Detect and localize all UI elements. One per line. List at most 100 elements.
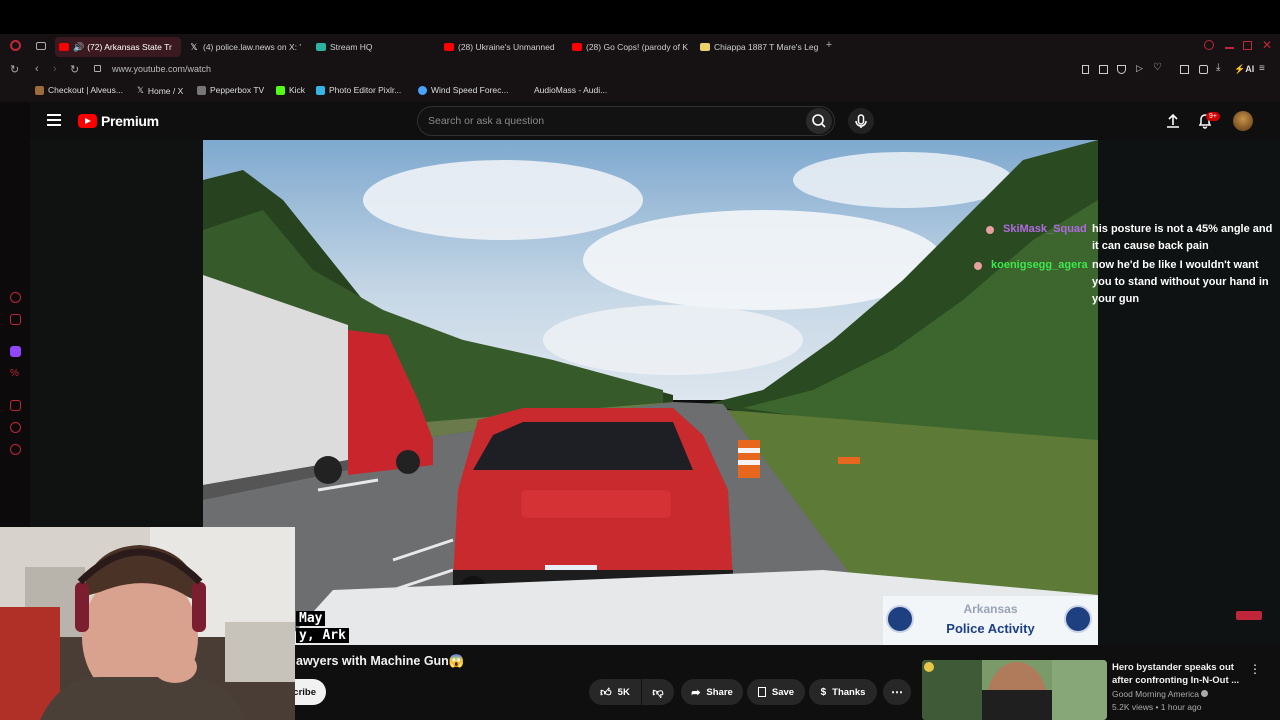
recommendation-meta: 5.2K views • 1 hour ago: [1112, 702, 1202, 712]
chat-message: now he'd be like I wouldn't want you to …: [1092, 259, 1269, 305]
share-button[interactable]: ➦ Share: [681, 679, 743, 705]
bookmark-wind-speed[interactable]: Wind Speed Forec...: [418, 85, 508, 95]
maximize-button[interactable]: [1243, 41, 1252, 50]
thanks-icon: $: [820, 686, 827, 698]
youtube-logo[interactable]: Premium: [78, 113, 159, 129]
dashcam-scene: [203, 140, 1098, 645]
wallet-icon[interactable]: [1199, 65, 1208, 74]
pinboard-icon[interactable]: [10, 400, 21, 411]
pixlr-icon: [316, 85, 325, 95]
chat-message: his posture is not a 45% angle and it ca…: [1092, 223, 1273, 252]
snapshot-icon[interactable]: [1099, 65, 1108, 74]
recommendation-channel[interactable]: Good Morning America: [1112, 689, 1209, 699]
url-field[interactable]: www.youtube.com/watch: [112, 64, 211, 74]
search-tabs-icon[interactable]: [1204, 40, 1214, 50]
badge-dot-icon: [924, 662, 934, 672]
webcam-overlay: [0, 527, 295, 720]
channel-name: Good Morning America: [1112, 689, 1199, 699]
player-icon[interactable]: ▷: [1136, 63, 1143, 74]
bookmark-label: Home / X: [147, 85, 184, 96]
forward-icon[interactable]: ›: [53, 63, 57, 75]
upload-icon[interactable]: [1166, 113, 1180, 129]
save-label: Save: [771, 686, 795, 698]
recommendation-title[interactable]: Hero bystander speaks out after confront…: [1112, 661, 1242, 687]
aria-sidebar-icon[interactable]: [10, 292, 21, 303]
notification-badge: 9+: [1206, 112, 1220, 121]
save-button[interactable]: Save: [747, 679, 805, 705]
webcam-image: [0, 527, 295, 720]
logo-text: Premium: [101, 113, 159, 129]
dislike-button[interactable]: 👎︎: [642, 679, 674, 705]
percent-icon[interactable]: %: [10, 368, 21, 379]
reload-icon[interactable]: ↻: [10, 63, 19, 76]
download-icon[interactable]: ⤓: [1216, 62, 1220, 73]
police-activity-watermark: Arkansas Police Activity: [883, 596, 1098, 645]
ai-button[interactable]: ⚡AI: [1234, 64, 1254, 75]
bookmark-label: Kick: [289, 85, 306, 95]
tab-label: (4) police.law.news on X: ': [203, 42, 302, 52]
avatar[interactable]: [1233, 111, 1253, 131]
tab-label: Stream HQ: [330, 42, 373, 52]
more-actions-button[interactable]: ⋯: [883, 679, 911, 705]
new-tab-button[interactable]: +: [823, 39, 835, 51]
chiappa-icon: [700, 43, 710, 51]
back-icon[interactable]: ‹: [35, 63, 39, 75]
alveus-icon: [35, 85, 44, 95]
bookmark-kick[interactable]: Kick: [276, 85, 305, 95]
bookmark-home-x[interactable]: 𝕏 Home / X: [137, 85, 183, 96]
police-badge-title: Arkansas: [963, 602, 1018, 616]
youtube-play-icon: [78, 114, 97, 128]
search-button[interactable]: [806, 108, 832, 134]
microphone-icon: [855, 114, 867, 128]
search-input[interactable]: Search or ask a question: [417, 106, 835, 136]
tab-manager-icon[interactable]: [36, 42, 46, 50]
tab-label: Chiappa 1887 T Mare's Leg: [714, 42, 818, 52]
lock-icon: [94, 65, 101, 72]
bookmark-icon[interactable]: [1082, 65, 1089, 74]
tab-chiappa[interactable]: Chiappa 1887 T Mare's Leg: [696, 37, 818, 57]
bookmark-audiomass[interactable]: AudioMass - Audi...: [534, 85, 607, 95]
shield-icon[interactable]: [1117, 65, 1126, 74]
share-label: Share: [706, 686, 733, 698]
thanks-button[interactable]: $ Thanks: [809, 679, 877, 705]
video-overlay-date: May: [296, 611, 326, 626]
x-icon: 𝕏: [137, 85, 144, 95]
heart-icon[interactable]: ♡: [1153, 62, 1162, 73]
bookmark-label: AudioMass - Audi...: [534, 85, 608, 95]
police-badge-subtitle: Police Activity: [946, 621, 1035, 636]
more-vertical-icon[interactable]: ⋮: [1249, 662, 1261, 676]
voice-search-button[interactable]: [848, 108, 874, 134]
more-horizontal-icon: ⋯: [891, 685, 903, 699]
video-player[interactable]: May y, Ark: [203, 140, 1098, 645]
tab-ukraine[interactable]: (28) Ukraine's Unmanned: [440, 37, 562, 57]
kick-icon: [276, 85, 285, 95]
tab-arkansas[interactable]: 🔊 (72) Arkansas State Tr: [55, 37, 181, 57]
like-button[interactable]: 👍︎ 5K: [589, 679, 641, 705]
opera-menu-icon[interactable]: [10, 40, 21, 51]
bookmark-pepperbox[interactable]: Pepperbox TV: [197, 85, 264, 95]
verified-icon: [1201, 690, 1209, 697]
bookmark-alveus[interactable]: Checkout | Alveus...: [35, 85, 123, 95]
easy-setup-icon[interactable]: ≡: [1259, 63, 1265, 74]
recommendation-thumbnail[interactable]: [922, 660, 1107, 720]
refresh-icon[interactable]: ↻: [70, 63, 79, 76]
search-placeholder: Search or ask a question: [428, 115, 545, 127]
bookmark-label: Checkout | Alveus...: [48, 85, 123, 95]
minimize-button[interactable]: [1225, 47, 1234, 49]
extensions-icon[interactable]: [1180, 65, 1189, 74]
crypto-wallet-icon[interactable]: [10, 314, 21, 325]
tab-go-cops[interactable]: (28) Go Cops! (parody of K: [568, 37, 688, 57]
twitch-icon[interactable]: [10, 346, 21, 357]
menu-icon[interactable]: [47, 114, 61, 126]
like-count: 5K: [617, 686, 630, 698]
close-button[interactable]: ✕: [1262, 38, 1272, 52]
tab-police-law-news[interactable]: 𝕏 (4) police.law.news on X: ': [185, 37, 303, 57]
bookmark-label: Photo Editor Pixlr...: [329, 85, 402, 95]
settings-icon[interactable]: [10, 444, 21, 455]
tab-label: (28) Go Cops! (parody of K: [586, 42, 688, 52]
share-icon: ➦: [691, 686, 701, 699]
tab-stream-hq[interactable]: Stream HQ: [312, 37, 432, 57]
bookmark-pixlr[interactable]: Photo Editor Pixlr...: [316, 85, 401, 95]
video-title: awyers with Machine Gun😱: [296, 654, 465, 668]
history-icon[interactable]: [10, 422, 21, 433]
